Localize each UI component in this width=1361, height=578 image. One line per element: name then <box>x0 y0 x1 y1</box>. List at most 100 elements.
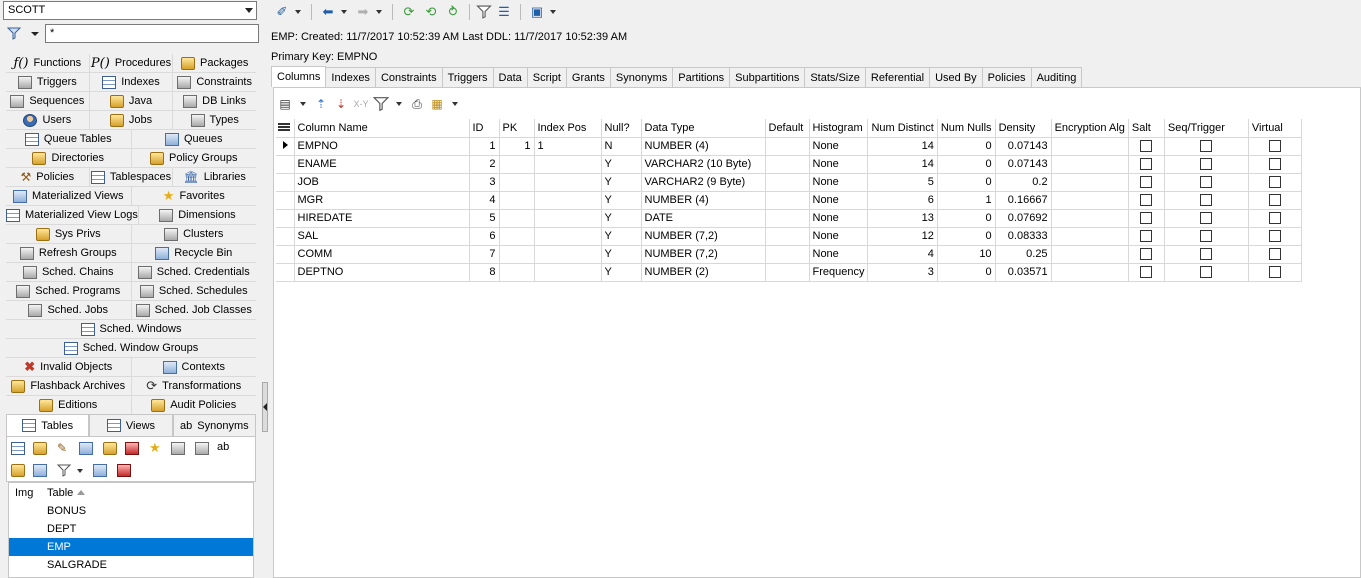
chevron-down-icon[interactable] <box>245 8 253 13</box>
table-column-header[interactable]: Table <box>43 487 86 499</box>
object-type-refresh-groups[interactable]: Refresh Groups <box>6 244 132 262</box>
object-type-sched-programs[interactable]: Sched. Programs <box>6 282 132 300</box>
virtual-checkbox[interactable] <box>1268 212 1281 225</box>
row-indicator[interactable] <box>276 191 295 210</box>
virtual-checkbox[interactable] <box>1268 248 1281 261</box>
object-type-directories[interactable]: Directories <box>6 149 132 167</box>
salt-checkbox[interactable] <box>1140 230 1153 243</box>
column-header-default[interactable]: Default <box>765 119 810 138</box>
layout-icon[interactable]: ▣ <box>527 3 547 21</box>
salt-checkbox[interactable] <box>1140 194 1153 207</box>
object-type-materialized-views[interactable]: Materialized Views <box>6 187 132 205</box>
virtual-checkbox[interactable] <box>1268 158 1281 171</box>
tab-used-by[interactable]: Used By <box>930 67 983 87</box>
object-type-flashback-archives[interactable]: Flashback Archives <box>6 377 132 395</box>
object-type-indexes[interactable]: Indexes <box>90 73 174 91</box>
column-header-histogram[interactable]: Histogram <box>809 119 869 138</box>
schema-dropdown[interactable]: SCOTT <box>3 1 257 20</box>
object-type-procedures[interactable]: P() Procedures <box>90 54 174 72</box>
chevron-down-icon[interactable] <box>341 10 347 14</box>
xy-swap-icon[interactable]: X-Y <box>353 96 369 112</box>
filter-icon[interactable] <box>476 5 492 19</box>
object-type-packages[interactable]: Packages <box>173 54 256 72</box>
tab-referential[interactable]: Referential <box>865 67 931 87</box>
row-indicator[interactable] <box>276 137 295 156</box>
object-type-invalid-objects[interactable]: ✖ Invalid Objects <box>6 358 132 376</box>
tab-triggers[interactable]: Triggers <box>442 67 494 87</box>
sql-icon[interactable] <box>103 442 117 455</box>
sort-ascending-icon[interactable]: ⇡ <box>313 96 329 112</box>
row-indicator[interactable] <box>276 209 295 228</box>
object-type-queues[interactable]: Queues <box>132 130 257 148</box>
virtual-checkbox[interactable] <box>1268 176 1281 189</box>
schema-browser-icon[interactable] <box>33 464 47 477</box>
synonym-text-icon[interactable]: ab <box>217 441 231 454</box>
dependencies-icon[interactable] <box>171 442 185 455</box>
column-list-icon[interactable]: ☰ <box>494 3 514 21</box>
table-action-icon[interactable] <box>79 442 93 455</box>
chevron-down-icon[interactable] <box>376 10 382 14</box>
tab-script[interactable]: Script <box>527 67 567 87</box>
seq-checkbox[interactable] <box>1200 230 1213 243</box>
seq-checkbox[interactable] <box>1200 248 1213 261</box>
salt-checkbox[interactable] <box>1140 212 1153 225</box>
object-type-sched-jobs[interactable]: Sched. Jobs <box>6 301 132 319</box>
grid-view-icon[interactable] <box>11 442 25 455</box>
table-row[interactable]: DEPTNO 8 Y NUMBER (2) Frequency 3 0 0.03571 <box>276 263 1302 282</box>
tab-data[interactable]: Data <box>493 67 528 87</box>
object-type-functions[interactable]: ƒ() Functions <box>6 54 90 72</box>
table-list-item[interactable]: DEPT <box>9 520 253 538</box>
tab-policies[interactable]: Policies <box>982 67 1032 87</box>
column-header-density[interactable]: Density <box>995 119 1052 138</box>
img-column-header[interactable]: Img <box>9 487 43 499</box>
seq-checkbox[interactable] <box>1200 194 1213 207</box>
pin-icon[interactable]: ✐ <box>272 3 292 21</box>
object-type-sched-credentials[interactable]: Sched. Credentials <box>132 263 257 281</box>
object-type-types[interactable]: Types <box>173 111 256 129</box>
object-type-sched-windows[interactable]: Sched. Windows <box>6 320 256 338</box>
filter-icon[interactable] <box>57 464 71 477</box>
table-row[interactable]: EMPNO 1 1 1 N NUMBER (4) None 14 0 0.07143 <box>276 137 1302 156</box>
create-table-icon[interactable] <box>33 442 47 455</box>
filter-dropdown-arrow-icon[interactable] <box>77 469 83 473</box>
object-type-sys-privs[interactable]: Sys Privs <box>6 225 132 243</box>
row-indicator[interactable] <box>276 245 295 264</box>
object-type-tablespaces[interactable]: Tablespaces <box>90 168 174 186</box>
chevron-down-icon[interactable] <box>452 102 458 106</box>
object-type-queue-tables[interactable]: Queue Tables <box>6 130 132 148</box>
column-header-index-pos[interactable]: Index Pos <box>534 119 602 138</box>
filter-dropdown-arrow-icon[interactable] <box>31 32 39 36</box>
tab-indexes[interactable]: Indexes <box>326 67 376 87</box>
table-row[interactable]: HIREDATE 5 Y DATE None 13 0 0.07692 <box>276 209 1302 228</box>
object-type-transformations[interactable]: ⟳ Transformations <box>132 377 257 395</box>
chevron-down-icon[interactable] <box>396 102 402 106</box>
table-row[interactable]: MGR 4 Y NUMBER (4) None 6 1 0.16667 <box>276 191 1302 210</box>
object-type-db-links[interactable]: DB Links <box>173 92 256 110</box>
column-header-column-name[interactable]: Column Name <box>294 119 470 138</box>
chevron-down-icon[interactable] <box>300 102 306 106</box>
object-type-constraints[interactable]: Constraints <box>173 73 256 91</box>
object-type-policy-groups[interactable]: Policy Groups <box>132 149 257 167</box>
seq-checkbox[interactable] <box>1200 140 1213 153</box>
filter-icon[interactable] <box>7 27 21 40</box>
object-type-libraries[interactable]: 🏛 Libraries <box>173 168 256 186</box>
column-header-encryption-alg[interactable]: Encryption Alg <box>1051 119 1129 138</box>
seq-checkbox[interactable] <box>1200 212 1213 225</box>
salt-checkbox[interactable] <box>1140 158 1153 171</box>
object-filter-input[interactable]: * <box>45 24 259 43</box>
column-header-id[interactable]: ID <box>469 119 500 138</box>
object-type-sequences[interactable]: Sequences <box>6 92 90 110</box>
print-icon[interactable]: ⎙ <box>409 96 425 112</box>
auto-refresh-icon[interactable]: ⥁ <box>443 3 463 21</box>
seq-checkbox[interactable] <box>1200 176 1213 189</box>
seq-checkbox[interactable] <box>1200 266 1213 279</box>
column-header-seq-trigger[interactable]: Seq/Trigger <box>1164 119 1249 138</box>
truncate-icon[interactable] <box>117 464 131 477</box>
table-row[interactable]: SAL 6 Y NUMBER (7,2) None 12 0 0.08333 <box>276 227 1302 246</box>
filter-icon[interactable] <box>373 96 389 112</box>
tab-views[interactable]: Views <box>89 414 173 436</box>
edit-pencil-icon[interactable]: ✎ <box>57 441 71 455</box>
column-header-null[interactable]: Null? <box>601 119 642 138</box>
tab-auditing[interactable]: Auditing <box>1031 67 1083 87</box>
table-list-item[interactable]: BONUS <box>9 502 253 520</box>
